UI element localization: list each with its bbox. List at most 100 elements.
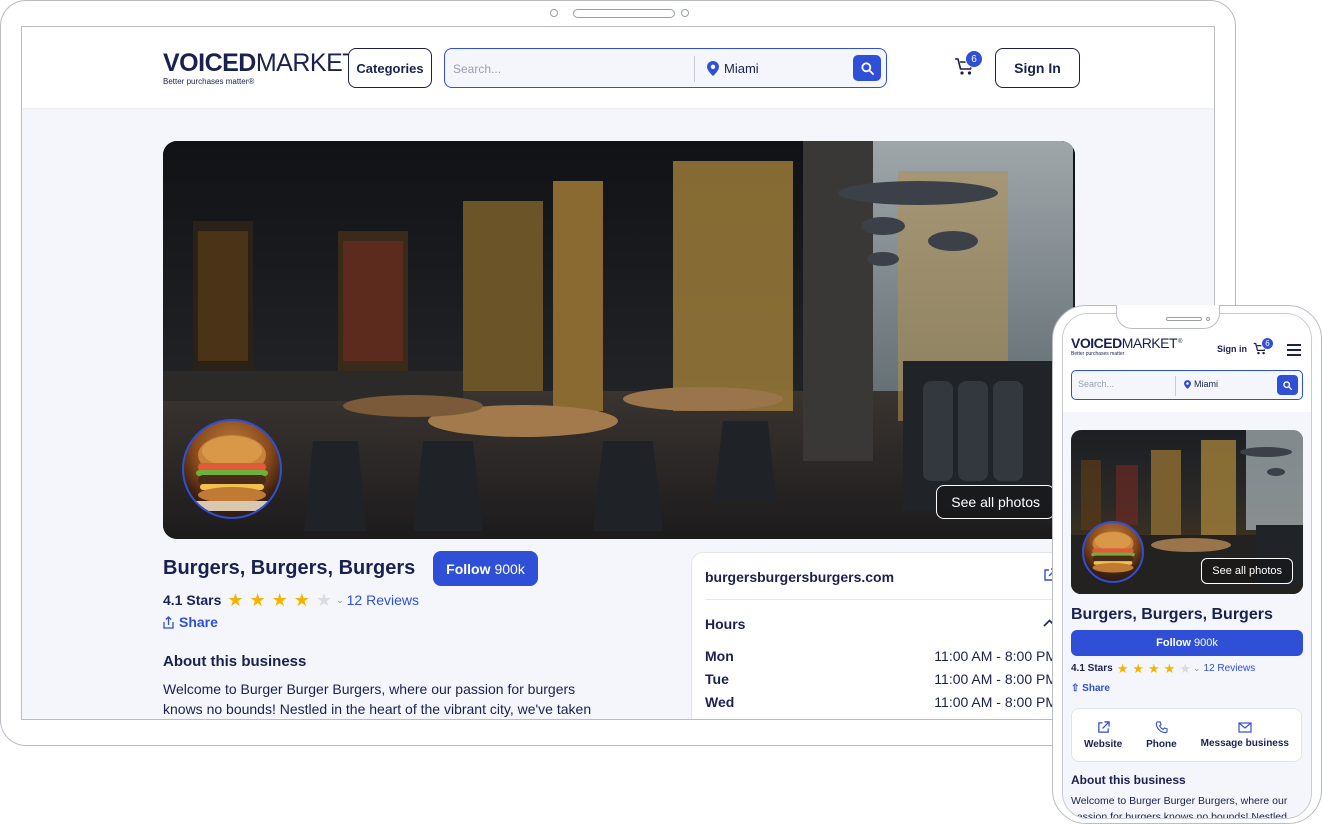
brand-logo[interactable]: VOICEDMARKET® Better purchases matter® [163,49,367,87]
star-icon: ★ [227,590,244,610]
hours-time: 11:00 AM - 8:00 PM [934,694,1057,710]
business-title: Burgers, Burgers, Burgers [163,557,416,579]
hours-time: 11:00 AM - 8:00 PM [934,671,1057,687]
share-label: Share [179,614,218,630]
phone-action-label: Phone [1146,738,1177,750]
logo-registered: ® [1178,339,1182,345]
follow-button[interactable]: Follow 900k [433,551,538,586]
search-divider [694,56,695,82]
search-input[interactable] [453,59,683,79]
desktop-screen: VOICEDMARKET® Better purchases matter® C… [21,26,1215,720]
stars-label: 4.1 Stars [1071,663,1113,674]
chevron-down-icon[interactable]: ⌄ [336,595,344,606]
search-button[interactable] [1277,375,1298,395]
hours-day: Wed [705,694,735,710]
see-all-photos-button[interactable]: See all photos [1201,558,1293,584]
mobile-search-bar: Miami [1071,370,1303,400]
about-heading: About this business [163,653,307,670]
business-avatar [1082,521,1144,583]
cart-count-badge: 6 [1261,337,1274,350]
logo-tagline: Better purchases matter® [163,77,255,86]
logo-tagline: Better purchases matter [1071,351,1125,357]
burger-icon [1091,531,1135,573]
phone-camera [1206,317,1210,321]
message-action-label: Message business [1200,737,1289,749]
burger-icon [192,435,272,511]
search-input[interactable] [1078,379,1168,389]
star-empty-icon: ★ [1179,661,1191,676]
cart-count-badge: 6 [965,50,983,68]
follow-count: 900k [1193,637,1218,649]
search-icon [860,61,874,75]
see-all-photos-button[interactable]: See all photos [936,485,1055,519]
share-icon [163,615,174,629]
phone-icon [1155,720,1168,733]
follow-label: Follow [446,560,491,577]
phone-action-button[interactable]: Phone [1146,720,1177,750]
categories-button[interactable]: Categories [348,48,432,88]
camera-dot [550,9,558,17]
sensor-dot [681,9,689,17]
star-icon: ★ [1148,661,1160,676]
external-link-icon [1097,720,1110,733]
logo-light: MARKET [255,49,358,77]
hamburger-menu-icon[interactable] [1287,344,1301,359]
hours-row: Wed 11:00 AM - 8:00 PM [705,694,1057,710]
hours-day: Tue [705,671,729,687]
hours-day: Mon [705,648,734,664]
phone-speaker [1166,317,1202,321]
search-bar: Miami [444,48,887,88]
star-icon: ★ [1116,661,1129,676]
star-icon: ★ [293,590,310,610]
website-action-label: Website [1083,738,1123,750]
star-empty-icon: ★ [315,590,333,610]
hours-row: Mon 11:00 AM - 8:00 PM [705,648,1057,664]
message-action-button[interactable]: Message business [1200,721,1289,749]
share-link[interactable]: Share [163,614,218,630]
sign-in-button[interactable]: Sign In [995,48,1080,88]
star-icon: ★ [249,590,266,610]
mobile-sign-in-link[interactable]: Sign in [1217,344,1247,354]
chevron-down-icon[interactable]: ⌄ [1193,663,1201,674]
hero-photo[interactable]: See all photos [163,141,1075,539]
website-link[interactable]: burgersburgersburgers.com [705,569,894,585]
stars-label: 4.1 Stars [163,592,222,608]
about-heading: About this business [1071,773,1186,787]
star-icon: ★ [271,590,288,610]
mail-icon [1238,721,1252,733]
info-card: burgersburgersburgers.com Hours Mon 11:00… [691,552,1071,719]
follow-button[interactable]: Follow 900k [1071,630,1303,656]
website-action-button[interactable]: Website [1083,720,1123,750]
cart-button[interactable]: 6 [954,50,983,82]
camera-bar [573,9,675,18]
star-icon: ★ [1132,661,1145,676]
location-text: Miami [1194,379,1218,389]
rating-row: 4.1 Stars ★ ★ ★ ★ ★ ⌄ 12 Reviews [1071,662,1255,675]
search-divider [1175,376,1176,396]
logo-bold: VOICED [163,49,256,77]
reviews-link[interactable]: 12 Reviews [1204,663,1256,674]
follow-label: Follow [1156,637,1191,649]
location-field[interactable]: Miami [1184,379,1218,389]
business-title: Burgers, Burgers, Burgers [1071,606,1273,623]
location-pin-icon [707,61,719,76]
restaurant-interior-image [163,141,1075,539]
mobile-brand-logo[interactable]: VOICEDMARKET® Better purchases matter [1071,336,1182,357]
about-text: Welcome to Burger Burger Burgers, where … [163,681,592,717]
logo-bold: VOICED [1071,335,1122,351]
share-link[interactable]: ⇧ Share [1071,683,1110,694]
mobile-screen: VOICEDMARKET® Better purchases matter Si… [1062,313,1312,819]
info-divider [705,599,1070,600]
share-label: Share [1082,683,1110,694]
hours-heading: Hours [705,616,746,632]
hours-row: Tue 11:00 AM - 8:00 PM [705,671,1057,687]
star-icon: ★ [1163,661,1176,676]
mobile-cart-button[interactable]: 6 [1253,337,1274,361]
location-pin-icon [1184,379,1191,389]
search-button[interactable] [853,55,881,81]
search-icon [1283,380,1292,390]
about-text: Welcome to Burger Burger Burgers, where … [1071,795,1288,819]
location-field[interactable]: Miami [724,61,759,76]
reviews-link[interactable]: 12 Reviews [347,592,419,608]
logo-light: MARKET [1121,335,1178,351]
